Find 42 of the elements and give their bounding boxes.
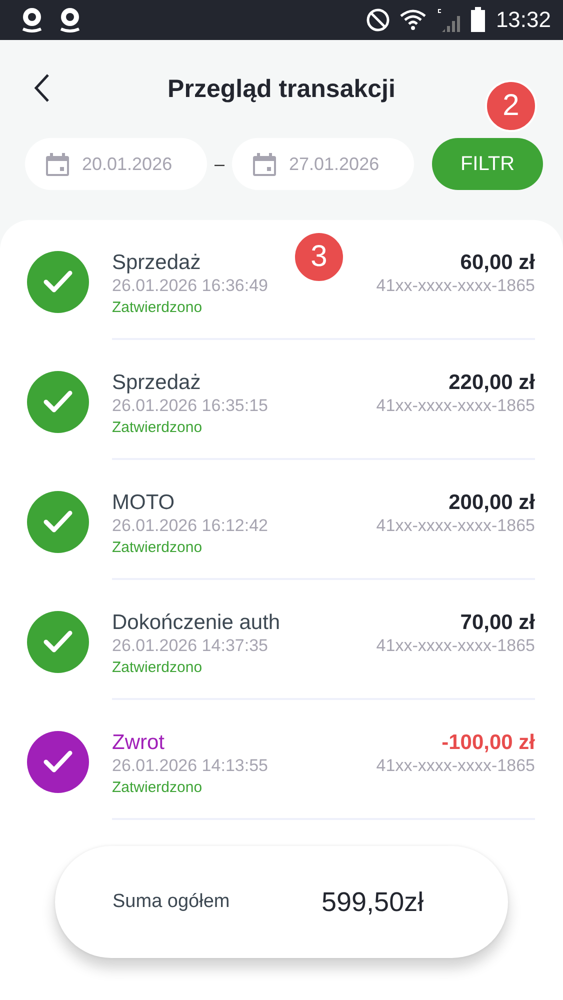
transaction-type: Sprzedaż (112, 251, 201, 275)
transaction-type: MOTO (112, 491, 175, 515)
card-number: 41xx-xxxx-xxxx-1865 (376, 755, 535, 777)
transaction-status: Zatwierdzono (112, 298, 202, 318)
transaction-amount: -100,00 zł (442, 731, 535, 755)
transaction-datetime: 26.01.2026 14:37:35 (112, 635, 268, 657)
transaction-status: Zatwierdzono (112, 778, 202, 798)
transaction-type: Sprzedaż (112, 371, 201, 395)
calendar-icon (45, 152, 70, 176)
date-field[interactable]: 27.01.2026 (232, 138, 414, 190)
calendar-icon (252, 152, 277, 176)
transaction-datetime: 26.01.2026 16:12:42 (112, 515, 268, 537)
transaction-status: Zatwierdzono (112, 538, 202, 558)
card-number: 41xx-xxxx-xxxx-1865 (376, 635, 535, 657)
date-field[interactable]: 20.01.2026 (25, 138, 207, 190)
page-title: Przegląd transakcji (168, 74, 396, 104)
step-badge: 3 (293, 231, 345, 283)
transaction-amount: 60,00 zł (460, 251, 535, 275)
transaction-status: Zatwierdzono (112, 418, 202, 438)
transaction-amount: 70,00 zł (460, 611, 535, 635)
signal-icon (436, 7, 460, 33)
wifi-icon (400, 9, 426, 31)
do-not-disturb-icon (366, 8, 390, 32)
card-number: 41xx-xxxx-xxxx-1865 (376, 395, 535, 417)
card-number: 41xx-xxxx-xxxx-1865 (376, 275, 535, 297)
transaction-amount: 220,00 zł (448, 371, 535, 395)
transaction-datetime: 26.01.2026 16:35:15 (112, 395, 268, 417)
total-value: 599,50zł (322, 886, 424, 918)
date-separator: – (213, 154, 226, 174)
transaction-type: Zwrot (112, 731, 164, 755)
transaction-datetime: 26.01.2026 16:36:49 (112, 275, 268, 297)
back-icon[interactable] (33, 73, 51, 103)
filter-button[interactable]: FILTR (432, 138, 543, 190)
card-number: 41xx-xxxx-xxxx-1865 (376, 515, 535, 537)
step-badge: 2 (485, 80, 537, 132)
transaction-status: Zatwierdzono (112, 658, 202, 678)
status-time: 13:32 (496, 7, 551, 33)
transaction-datetime: 26.01.2026 14:13:55 (112, 755, 268, 777)
total-label: Suma ogółem (112, 891, 231, 913)
transaction-type: Dokończenie auth (112, 611, 280, 635)
transaction-amount: 200,00 zł (448, 491, 535, 515)
battery-icon (470, 7, 486, 33)
